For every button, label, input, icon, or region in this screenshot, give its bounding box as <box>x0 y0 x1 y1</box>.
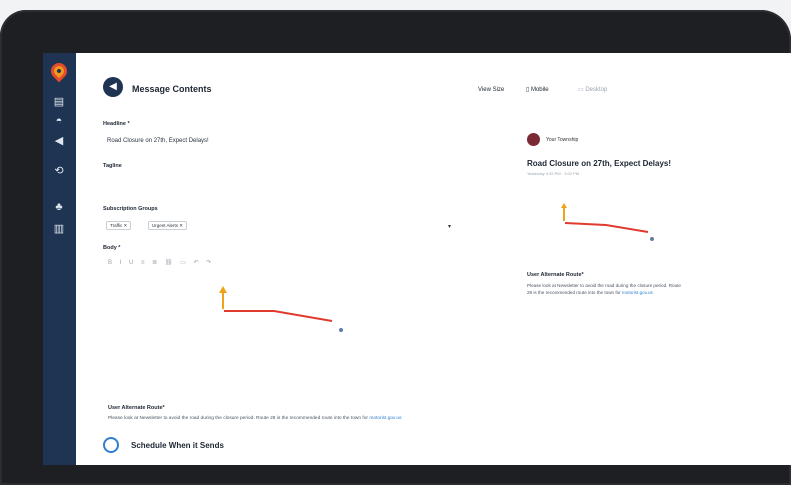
main-content: ◀ Message Contents View Size ▯ Mobile ▭ … <box>76 53 791 465</box>
desktop-view-toggle[interactable]: ▭ Desktop <box>578 86 607 93</box>
headline-input[interactable]: Road Closure on 27th, Expect Delays! <box>103 134 403 148</box>
preview-alt-route-text: Please look at Newsletter to avoid the r… <box>527 283 681 295</box>
tag-chip-urgent[interactable]: Urgent Alerts ✕ <box>148 221 188 230</box>
section-title: Message Contents <box>132 84 212 94</box>
preview-title: Road Closure on 27th, Expect Delays! <box>527 159 672 168</box>
preview-direction-arrow-head <box>561 203 567 208</box>
preview-route-line <box>564 222 649 233</box>
alerts-icon[interactable]: ◓ <box>52 115 66 127</box>
alt-route-title: User Alternate Route* <box>108 405 165 411</box>
schedule-section-title: Schedule When it Sends <box>131 441 224 450</box>
alt-route-text: Please look at Newsletter to avoid the r… <box>108 416 368 421</box>
preview-date: Yesterday 4:32 PM · 2:02 PM <box>527 171 580 176</box>
app-logo[interactable] <box>47 59 71 83</box>
route-map <box>219 286 343 332</box>
sender-avatar <box>527 133 540 146</box>
megaphone-icon[interactable]: ◀ <box>52 135 66 147</box>
preview-sender: Your Township <box>546 137 579 143</box>
app-screen: ▤ ◓ ◀ ⟲ ♣ ▥ ◀ Message Contents View Size… <box>43 53 791 465</box>
route-end-marker <box>339 328 343 332</box>
editor-toolbar[interactable]: B I U ≡ ≣ ⛓ ▭ ↶ ↷ <box>108 259 214 266</box>
dashboard-icon[interactable]: ▤ <box>52 96 66 108</box>
clock-icon <box>103 437 119 453</box>
megaphone-header-icon: ◀ <box>103 77 123 97</box>
preview-alt-route-link[interactable]: motorist.gov.us <box>622 290 653 295</box>
tagline-label: Tagline <box>103 163 122 169</box>
tag-chip-label: Traffic <box>110 223 123 228</box>
chevron-down-icon[interactable]: ▾ <box>448 223 451 230</box>
analytics-icon[interactable]: ▥ <box>52 223 66 235</box>
tag-chip-label: Urgent Alerts <box>152 223 179 228</box>
subscribers-icon[interactable]: ♣ <box>52 201 66 213</box>
headline-label: Headline * <box>103 121 130 127</box>
alt-route-body: Please look at Newsletter to avoid the r… <box>108 415 418 422</box>
preview-route-map <box>561 203 654 241</box>
subscription-groups-label: Subscription Groups <box>103 206 158 212</box>
mobile-label: Mobile <box>530 87 549 93</box>
body-label: Body * <box>103 245 121 251</box>
route-line <box>224 310 333 322</box>
alt-route-link[interactable]: motorist.gov.us <box>369 416 401 421</box>
mobile-view-toggle[interactable]: ▯ Mobile <box>526 86 549 93</box>
desktop-label: Desktop <box>585 87 608 93</box>
view-size-label: View Size <box>478 87 505 93</box>
sidebar: ▤ ◓ ◀ ⟲ ♣ ▥ <box>43 53 76 465</box>
preview-alt-route-title: User Alternate Route* <box>527 272 584 278</box>
tag-chip-traffic[interactable]: Traffic ✕ <box>106 221 132 230</box>
preview-alt-route-body: Please look at Newsletter to avoid the r… <box>527 282 687 296</box>
broadcast-icon[interactable]: ⟲ <box>52 165 66 177</box>
direction-arrow-head <box>219 286 227 293</box>
preview-route-end-marker <box>650 237 654 241</box>
laptop-frame: ▤ ◓ ◀ ⟲ ♣ ▥ ◀ Message Contents View Size… <box>0 10 791 485</box>
